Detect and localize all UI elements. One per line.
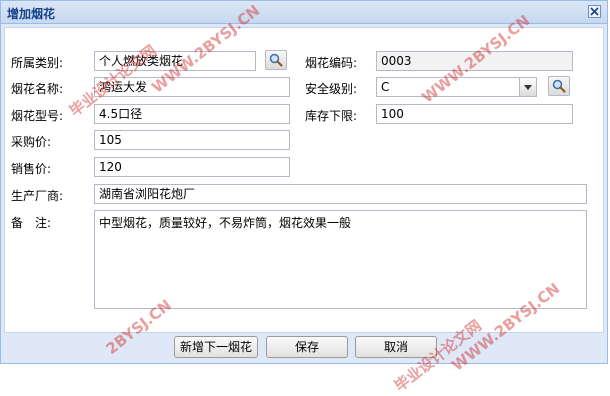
sale-price-field[interactable]: 120 — [94, 157, 290, 177]
magnifier-icon — [552, 79, 566, 93]
category-lookup-button[interactable] — [265, 50, 287, 70]
dialog-title: 增加烟花 — [7, 7, 56, 21]
stock-min-field[interactable]: 100 — [376, 104, 573, 124]
model-label: 烟花型号: — [11, 109, 64, 123]
sale-price-label: 销售价: — [11, 162, 52, 176]
purchase-price-label: 采购价: — [11, 135, 52, 149]
magnifier-icon — [269, 53, 283, 67]
add-next-button[interactable]: 新增下一烟花 — [174, 336, 258, 358]
security-level-lookup-button[interactable] — [548, 76, 570, 96]
security-level-label: 安全级别: — [305, 82, 358, 96]
purchase-price-field[interactable]: 105 — [94, 130, 290, 150]
code-label: 烟花编码: — [305, 56, 358, 70]
name-label: 烟花名称: — [11, 82, 64, 96]
chevron-down-icon — [524, 85, 532, 90]
close-icon — [590, 7, 599, 16]
stock-min-label: 库存下限: — [305, 109, 358, 123]
remark-label: 备 注: — [11, 216, 52, 230]
close-button[interactable] — [588, 5, 601, 18]
security-level-select[interactable]: C — [376, 77, 520, 97]
name-field[interactable]: 鸿运大发 — [94, 77, 290, 97]
manufacturer-field[interactable]: 湖南省浏阳花炮厂 — [94, 184, 587, 204]
manufacturer-label: 生产厂商: — [11, 189, 64, 203]
category-label: 所属类别: — [11, 56, 64, 70]
code-field[interactable]: 0003 — [376, 51, 573, 71]
form-body: 所属类别: 个人燃放类烟花 烟花编码: 0003 烟花名称: 鸿运大发 安全级别… — [4, 27, 604, 333]
cancel-button[interactable]: 取消 — [355, 336, 437, 358]
model-field[interactable]: 4.5口径 — [94, 104, 290, 124]
category-field[interactable]: 个人燃放类烟花 — [94, 51, 256, 71]
dialog-footer: 新增下一烟花 保存 取消 — [1, 333, 607, 363]
remark-textarea[interactable]: 中型烟花，质量较好，不易炸筒，烟花效果一般 — [94, 210, 587, 309]
add-fireworks-dialog: 增加烟花 所属类别: 个人燃放类烟花 烟花编码: 0003 烟花名称: 鸿运大发… — [0, 0, 608, 364]
save-button[interactable]: 保存 — [266, 336, 348, 358]
security-level-dropdown-button[interactable] — [520, 77, 537, 97]
dialog-titlebar[interactable]: 增加烟花 — [1, 1, 607, 24]
